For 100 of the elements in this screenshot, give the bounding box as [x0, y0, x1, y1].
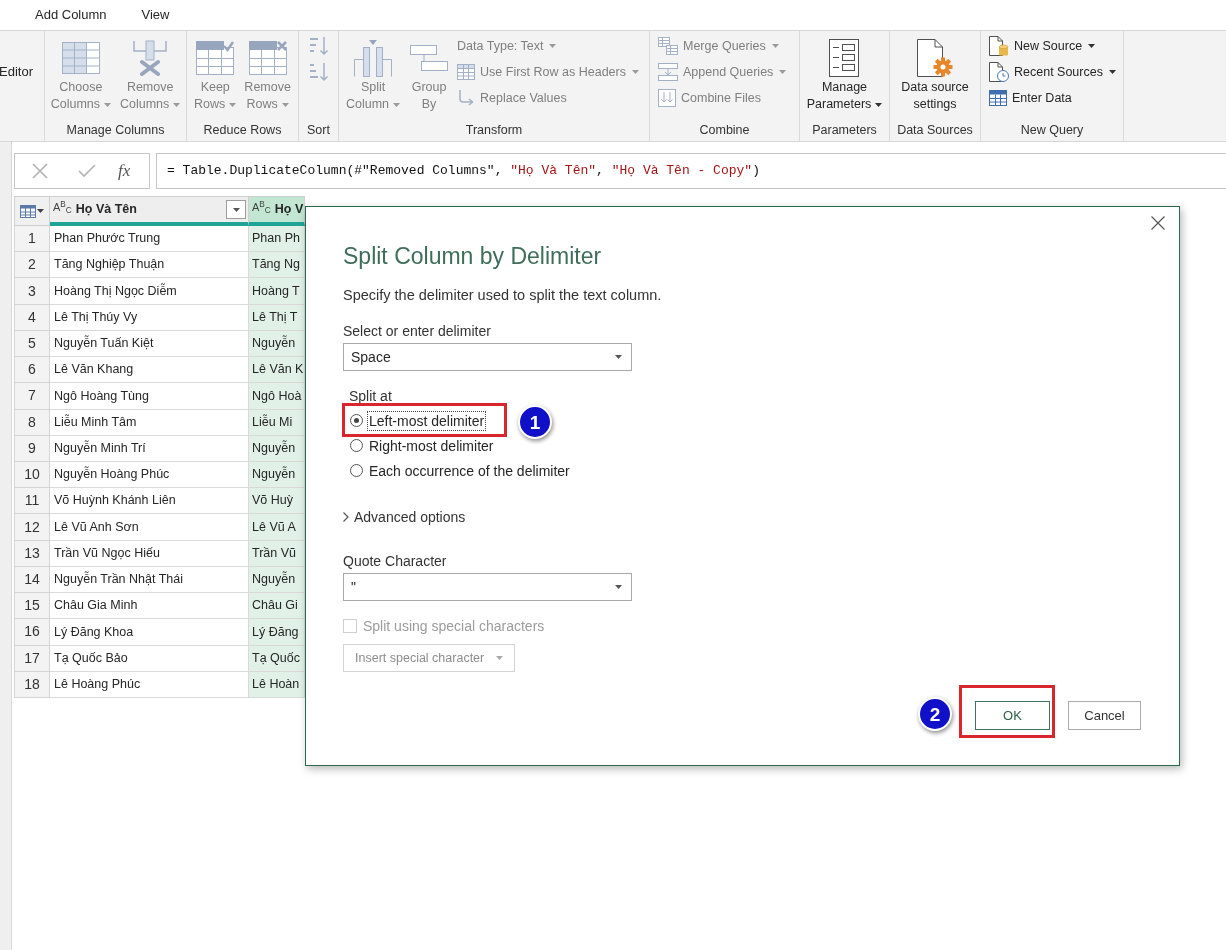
- table-cell: Lê Thị T: [249, 304, 305, 331]
- table-cell: Võ Huỳnh Khánh Liên: [50, 488, 249, 515]
- radio-button[interactable]: [350, 414, 363, 427]
- radio-button[interactable]: [350, 464, 363, 477]
- row-number: 1: [14, 226, 50, 253]
- check-icon: [78, 164, 96, 178]
- formula-field[interactable]: = Table.DuplicateColumn(#"Removed Columns", "Họ Và Tên", "Họ Và Tên - Copy"): [156, 153, 1226, 189]
- editor-label: Editor: [0, 64, 33, 80]
- close-icon: [32, 163, 48, 179]
- table-menu-button[interactable]: [14, 196, 50, 226]
- close-button[interactable]: [1149, 214, 1167, 232]
- table-cell: Trần Vũ Ngọc Hiếu: [50, 540, 249, 567]
- table-cell: Lê Hoàn: [249, 671, 305, 698]
- ribbon-tab[interactable]: Add Column: [24, 0, 118, 30]
- remove-column-icon: [133, 40, 168, 76]
- table-cell: Nguyễn Trần Nhật Thái: [50, 566, 249, 594]
- field-label: Quote Character: [343, 552, 447, 571]
- table-cell: Tăng Nghiệp Thuận: [50, 252, 249, 279]
- table-cell: Lý Đăng: [249, 619, 305, 646]
- ribbon-button[interactable]: Manage Parameters: [803, 33, 886, 113]
- table-icon: [20, 204, 36, 218]
- field-label: Select or enter delimiter: [343, 322, 491, 341]
- row-number: 4: [14, 304, 50, 331]
- table-cell: Trần Vũ: [249, 540, 305, 567]
- table-cell: Lê Văn K: [249, 357, 305, 384]
- filter-button[interactable]: [226, 200, 246, 219]
- table-cell: Lê Vũ Anh Sơn: [50, 514, 249, 541]
- merge-icon: [658, 37, 678, 55]
- table-cell: Tăng Ng: [249, 252, 305, 279]
- ribbon-button[interactable]: Data source settings: [898, 33, 972, 113]
- row-number: 9: [14, 435, 50, 462]
- advanced-options-toggle[interactable]: Advanced options: [343, 507, 466, 527]
- append-icon: [658, 63, 678, 81]
- table-cell: Nguyễn Minh Trí: [50, 435, 249, 462]
- caret-icon: [496, 656, 503, 660]
- table-cell: Châu Gi: [249, 593, 305, 620]
- combine-files-icon: [658, 89, 676, 107]
- group-label: Reduce Rows: [202, 122, 283, 139]
- table-cell: Nguyễn Hoàng Phúc: [50, 461, 249, 489]
- table-cell: Hoàng Thị Ngọc Diễm: [50, 278, 249, 305]
- table-cell: Tạ Quốc: [249, 645, 305, 672]
- document-gear-icon: [917, 39, 953, 77]
- fx-button[interactable]: fx: [116, 158, 133, 184]
- document-database-icon: [989, 36, 1009, 56]
- row-number: 10: [14, 461, 50, 489]
- table-cell: Liễu Minh Tâm: [50, 409, 249, 436]
- table-cell: Châu Gia Minh: [50, 593, 249, 620]
- radio-label[interactable]: Right-most delimiter: [368, 436, 495, 455]
- table-columns-icon: [61, 42, 100, 74]
- parameter-list-icon: [829, 39, 860, 77]
- table-cell: Phan Phước Trung: [50, 226, 249, 253]
- table-cell: Lý Đăng Khoa: [50, 619, 249, 646]
- table-cell: Nguyễn Tuấn Kiệt: [50, 330, 249, 358]
- row-number: 8: [14, 409, 50, 436]
- cancel-button[interactable]: Cancel: [1068, 701, 1141, 730]
- table-check-icon: [196, 41, 235, 75]
- caret-icon: [615, 585, 622, 589]
- ribbon-button[interactable]: Enter Data: [987, 85, 1118, 111]
- table-cell: Ngô Hoàng Tùng: [50, 383, 249, 410]
- checkbox-label: Split using special characters: [363, 616, 545, 636]
- row-number: 18: [14, 671, 50, 698]
- caret-icon: [37, 209, 44, 213]
- radio-label[interactable]: Left-most delimiter: [368, 411, 486, 430]
- sort-icon: [308, 62, 329, 82]
- group-label: Manage Columns: [65, 122, 166, 139]
- sort-icon: [308, 36, 329, 56]
- group-icon: [410, 45, 449, 71]
- table-cell: Nguyễn: [249, 566, 305, 594]
- table-x-icon: [248, 41, 287, 75]
- replace-icon: [457, 89, 476, 107]
- document-clock-icon: [989, 62, 1009, 82]
- dialog-title: Split Column by Delimiter: [343, 242, 602, 271]
- row-number: 11: [14, 488, 50, 515]
- ribbon-button[interactable]: New Source: [987, 33, 1118, 59]
- radio-label[interactable]: Each occurrence of the delimiter: [368, 461, 571, 480]
- group-label: Data Sources: [896, 122, 974, 139]
- delimiter-dropdown[interactable]: Space: [343, 343, 632, 371]
- caret-icon: [232, 207, 240, 212]
- dialog-description: Specify the delimiter used to split the text column.: [343, 286, 662, 305]
- table-cell: Lê Văn Khang: [50, 357, 249, 384]
- table-cell: Nguyễn: [249, 461, 305, 489]
- radio-button[interactable]: [350, 439, 363, 452]
- group-label: Parameters: [811, 122, 878, 139]
- table-cell: Tạ Quốc Bảo: [50, 645, 249, 672]
- ok-button[interactable]: OK: [975, 701, 1050, 730]
- row-number: 13: [14, 540, 50, 567]
- quote-dropdown[interactable]: ": [343, 573, 632, 601]
- caret-icon: [615, 355, 622, 359]
- step-badge: 2: [918, 697, 952, 731]
- row-number: 5: [14, 330, 50, 358]
- row-number: 17: [14, 645, 50, 672]
- ribbon-tab[interactable]: View: [130, 0, 181, 30]
- table-cell: Hoàng T: [249, 278, 305, 305]
- split-column-icon: [354, 39, 393, 77]
- table-cell: Lê Vũ A: [249, 514, 305, 541]
- group-label: New Query: [1019, 122, 1085, 139]
- row-number: 6: [14, 357, 50, 384]
- group-label: Transform: [464, 122, 524, 139]
- table-cell: Liễu Mi: [249, 409, 305, 436]
- ribbon-button[interactable]: Recent Sources: [987, 59, 1118, 85]
